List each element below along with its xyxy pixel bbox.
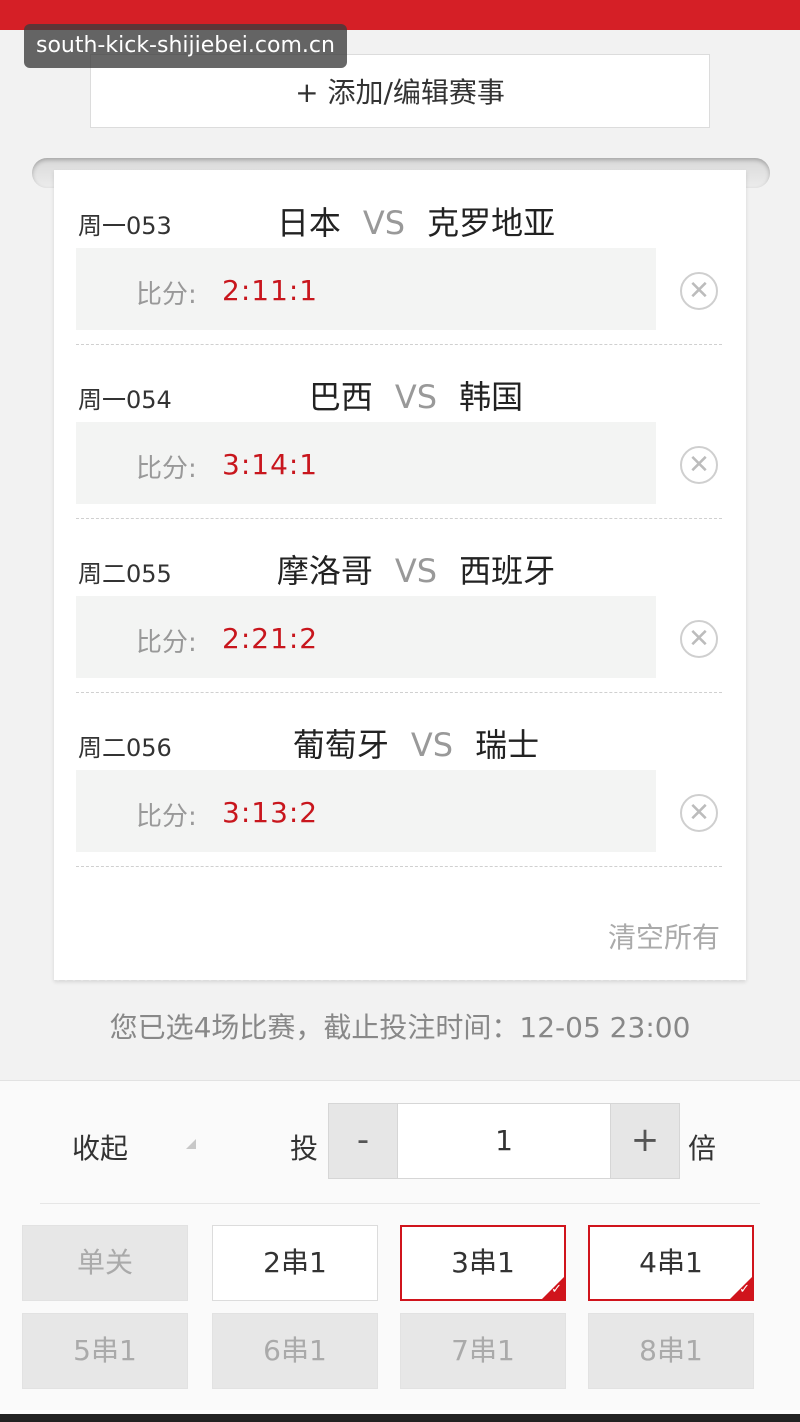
vs-label: VS [362, 204, 406, 242]
collapse-arrow-icon [186, 1139, 196, 1149]
ticket-serrated-edge [54, 976, 746, 984]
increase-button[interactable]: + [610, 1104, 679, 1178]
match-teams: 巴西 VS 韩国 [236, 372, 596, 418]
decrease-button[interactable]: - [329, 1104, 398, 1178]
away-team: 西班牙 [459, 552, 556, 590]
match-teams: 葡萄牙 VS 瑞士 [236, 720, 596, 766]
score-label: 比分: [136, 454, 197, 484]
home-team: 日本 [276, 204, 341, 242]
match-teams: 日本 VS 克罗地亚 [236, 198, 596, 244]
combo-label: 5串1 [73, 1334, 137, 1367]
vs-label: VS [394, 552, 438, 590]
multiplier-unit-label: 倍 [688, 1132, 717, 1165]
divider [40, 1203, 760, 1204]
combo-label: 单关 [76, 1246, 133, 1279]
combo-label: 8串1 [639, 1334, 703, 1367]
remove-match-close-icon[interactable]: ✕ [680, 272, 718, 310]
score-box[interactable]: 比分: 2:11:1 [76, 248, 656, 330]
match-row: 周一054 巴西 VS 韩国 比分: 3:14:1 ✕ [76, 344, 722, 519]
combo-label: 6串1 [263, 1334, 327, 1367]
match-row: 周一053 日本 VS 克罗地亚 比分: 2:11:1 ✕ [76, 170, 722, 345]
home-team: 摩洛哥 [276, 552, 373, 590]
url-watermark: south-kick-shijiebei.com.cn [24, 24, 347, 68]
match-row: 周二055 摩洛哥 VS 西班牙 比分: 2:21:2 ✕ [76, 518, 722, 693]
multiplier-stepper: - 1 + [328, 1103, 680, 1179]
remove-match-close-icon[interactable]: ✕ [680, 794, 718, 832]
match-code: 周二056 [78, 734, 172, 762]
match-row: 周二056 葡萄牙 VS 瑞士 比分: 3:13:2 ✕ [76, 692, 722, 867]
away-team: 韩国 [459, 378, 524, 416]
add-edit-matches-label: + 添加/编辑赛事 [295, 76, 505, 109]
vs-label: VS [394, 378, 438, 416]
score-label: 比分: [136, 802, 197, 832]
combo-single[interactable]: 单关 [22, 1225, 188, 1301]
score-value: 3:14:1 [222, 448, 319, 481]
combo-8x1[interactable]: 8串1 [588, 1313, 754, 1389]
combo-7x1[interactable]: 7串1 [400, 1313, 566, 1389]
check-icon: ✓ [551, 1282, 562, 1297]
match-code: 周一054 [78, 386, 172, 414]
combo-6x1[interactable]: 6串1 [212, 1313, 378, 1389]
away-team: 克罗地亚 [427, 204, 556, 242]
combo-2x1[interactable]: 2串1 [212, 1225, 378, 1301]
combo-label: 4串1 [639, 1246, 703, 1279]
remove-match-close-icon[interactable]: ✕ [680, 620, 718, 658]
match-teams: 摩洛哥 VS 西班牙 [236, 546, 596, 592]
combo-label: 7串1 [451, 1334, 515, 1367]
check-icon: ✓ [739, 1282, 750, 1297]
combo-label: 3串1 [451, 1246, 515, 1279]
score-box[interactable]: 比分: 3:13:2 [76, 770, 656, 852]
remove-match-close-icon[interactable]: ✕ [680, 446, 718, 484]
bet-panel: 收起 投 - 1 + 倍 单关 2串1 3串1 ✓ 4串1 ✓ 5串1 6串1 7串… [0, 1080, 800, 1415]
score-box[interactable]: 比分: 3:14:1 [76, 422, 656, 504]
multiplier-input[interactable]: 1 [397, 1104, 611, 1178]
combo-5x1[interactable]: 5串1 [22, 1313, 188, 1389]
bet-ticket: 周一053 日本 VS 克罗地亚 比分: 2:11:1 ✕ 周一054 巴西 VS 韩国… [54, 170, 746, 980]
score-box[interactable]: 比分: 2:21:2 [76, 596, 656, 678]
match-code: 周二055 [78, 560, 172, 588]
system-nav-bar [0, 1414, 800, 1422]
match-code: 周一053 [78, 212, 172, 240]
score-label: 比分: [136, 628, 197, 658]
combo-label: 2串1 [263, 1246, 327, 1279]
selection-summary: 您已选4场比赛，截止投注时间：12-05 23:00 [109, 1011, 691, 1044]
clear-all-link[interactable]: 清空所有 [608, 916, 720, 956]
away-team: 瑞士 [475, 726, 540, 764]
score-value: 2:11:1 [222, 274, 319, 307]
score-value: 2:21:2 [222, 622, 319, 655]
combo-4x1[interactable]: 4串1 ✓ [588, 1225, 754, 1301]
combo-3x1[interactable]: 3串1 ✓ [400, 1225, 566, 1301]
bet-label: 投 [290, 1132, 319, 1165]
vs-label: VS [410, 726, 454, 764]
home-team: 巴西 [308, 378, 373, 416]
collapse-button[interactable]: 收起 [72, 1127, 128, 1167]
score-value: 3:13:2 [222, 796, 319, 829]
score-label: 比分: [136, 280, 197, 310]
home-team: 葡萄牙 [292, 726, 389, 764]
